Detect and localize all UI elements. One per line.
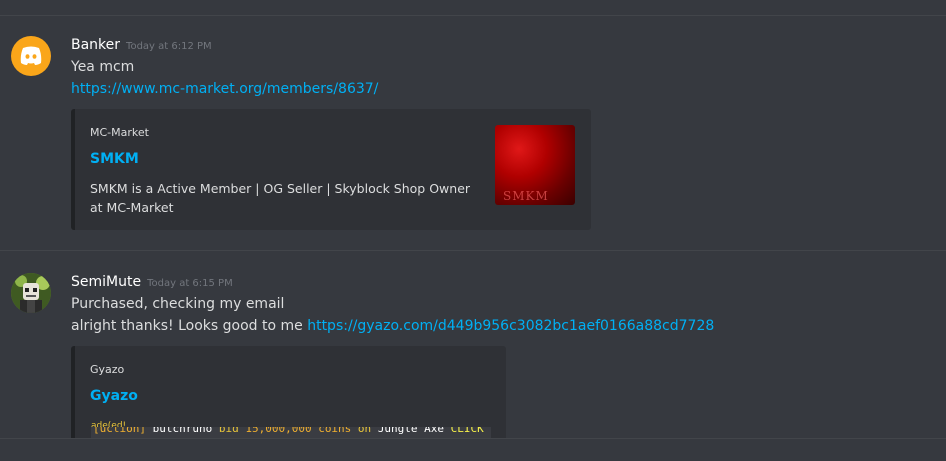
top-divider: [0, 15, 946, 16]
embed-thumbnail[interactable]: SMKM: [495, 125, 575, 205]
message-link-line: https://www.mc-market.org/members/8637/: [71, 81, 378, 97]
link-embed: MC-Market SMKM SMKM is a Active Member |…: [71, 109, 591, 230]
message-text: Yea mcm: [71, 59, 135, 75]
embed-description: SMKM is a Active Member | OG Seller | Sk…: [90, 181, 471, 215]
embed-title[interactable]: SMKM: [90, 151, 139, 167]
timestamp: Today at 6:12 PM: [126, 41, 212, 52]
message-link[interactable]: https://www.mc-market.org/members/8637/: [71, 81, 378, 97]
avatar[interactable]: [11, 36, 51, 76]
avatar[interactable]: [11, 273, 51, 313]
bottom-fade: [0, 439, 946, 461]
message-text-line: alright thanks! Looks good to me https:/…: [71, 318, 714, 334]
skull-avatar-icon: [11, 273, 51, 313]
username[interactable]: SemiMute: [71, 274, 141, 290]
embed-provider: Gyazo: [90, 363, 125, 376]
embed-provider: MC-Market: [90, 126, 149, 139]
embed-image-top-text: ade(ed!: [91, 421, 127, 427]
message-link[interactable]: https://gyazo.com/d449b956c3082bc1aef016…: [307, 318, 714, 334]
message-divider: [0, 250, 946, 251]
timestamp: Today at 6:15 PM: [147, 278, 233, 289]
embed-image-text: [uction] butchruno bid 15,000,000 coins …: [93, 427, 484, 435]
embed-title[interactable]: Gyazo: [90, 388, 138, 404]
username[interactable]: Banker: [71, 37, 120, 53]
link-embed: Gyazo Gyazo ade(ed! [uction] butchruno b…: [71, 346, 506, 446]
message-text: alright thanks! Looks good to me: [71, 318, 308, 334]
thumbnail-text: SMKM: [503, 189, 549, 203]
message-text: Purchased, checking my email: [71, 296, 285, 312]
discord-logo-icon: [20, 46, 42, 65]
